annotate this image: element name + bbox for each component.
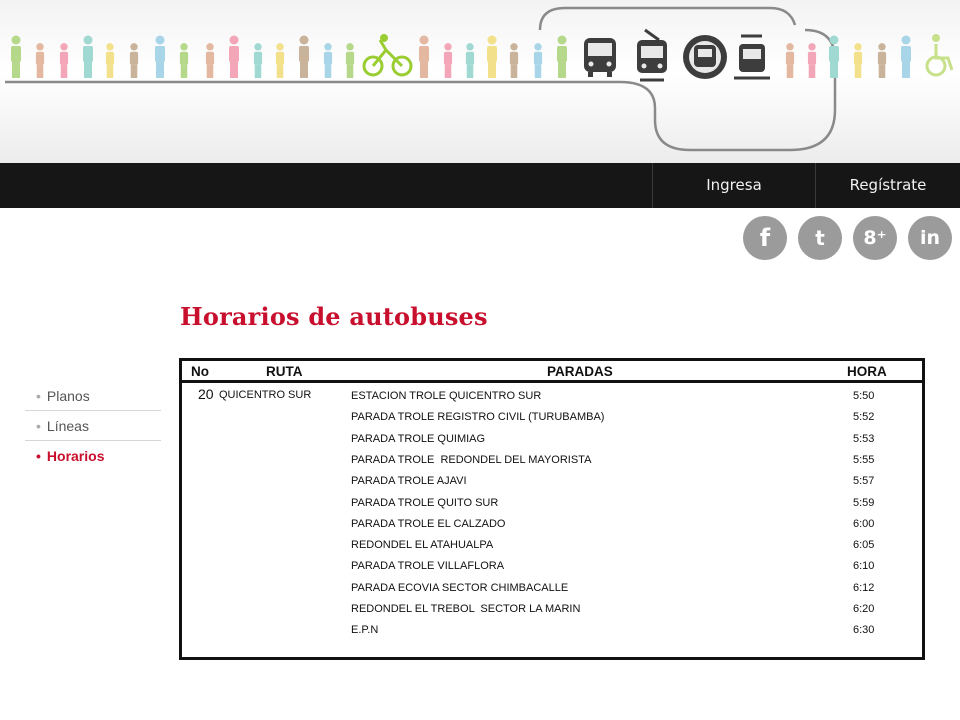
pedestrian-icon [11,35,21,78]
stop-name: PARADA TROLE QUITO SUR [351,496,499,509]
side-menu-label: Horarios [46,448,105,464]
table-row: PARADA TROLE QUIMIAG 5:53 [182,429,922,450]
pedestrian-icon [35,43,45,78]
table-row: REDONDEL EL TREBOL SECTOR LA MARIN 6:20 [182,599,922,620]
bicycle-icon [362,34,413,77]
top-nav-bar: Ingresa Regístrate [0,163,960,208]
pedestrian-icon [179,43,189,78]
stop-time: 5:50 [853,390,875,402]
bus-icon [584,38,616,77]
pedestrian-icon [901,35,911,78]
header-no: No [191,364,209,379]
transport-illustration [5,6,954,152]
stop-time: 6:10 [853,560,875,573]
stop-time: 5:55 [853,453,875,466]
twitter-icon[interactable]: t [798,216,842,260]
pedestrian-icon [275,43,285,78]
pedestrian-icon [129,43,139,78]
bullet-icon: • [36,388,41,404]
stop-name: PARADA TROLE AJAVI [351,475,467,488]
side-menu-item-lineas[interactable]: • Líneas [25,411,161,441]
pedestrian-icon [83,35,93,78]
stop-name: ESTACION TROLE QUICENTRO SUR [351,390,542,402]
side-menu-item-horarios[interactable]: • Horarios [25,441,161,471]
pedestrian-icon [465,43,475,78]
pedestrian-icon [557,35,567,78]
stop-name: REDONDEL EL TREBOL SECTOR LA MARIN [351,603,581,615]
pedestrian-icon [785,43,795,78]
pedestrian-icon [59,43,69,78]
header-stops: PARADAS [547,364,613,379]
trolley-icon [637,28,667,82]
pedestrian-icon [487,35,497,78]
pedestrian-icon [323,43,333,78]
stop-name: E.P.N [351,624,379,637]
header-time: HORA [847,364,887,379]
stop-name: PARADA ECOVIA SECTOR CHIMBACALLE [351,581,569,594]
facebook-icon[interactable]: f [743,216,787,260]
wheelchair-icon [925,34,954,77]
tram-icon [734,34,770,80]
pedestrian-icon [205,43,215,78]
stop-time: 6:05 [853,539,875,552]
stop-time: 6:30 [853,624,875,637]
side-menu: • Planos • Líneas • Horarios [25,381,161,471]
header-route: RUTA [266,364,303,379]
pedestrian-icon [853,43,863,78]
stop-name: PARADA TROLE EL CALZADO [351,517,506,530]
pedestrian-icon [299,35,309,78]
table-row: PARADA TROLE REGISTRO CIVIL (TURUBAMBA) 5… [182,407,922,428]
stop-name: PARADA TROLE REDONDEL DEL MAYORISTA [351,453,592,466]
schedule-header-row: No RUTA PARADAS HORA [182,361,922,383]
stop-name: PARADA TROLE QUIMIAG [351,432,486,445]
stop-name: REDONDEL EL ATAHUALPA [351,539,494,552]
metro-icon [683,35,727,79]
pedestrian-icon [533,43,543,78]
pedestrian-icon [419,35,429,78]
side-menu-label: Líneas [46,418,89,434]
header-banner [0,0,960,163]
bullet-icon: • [36,418,41,434]
table-row: ESTACION TROLE QUICENTRO SUR 5:50 [182,386,922,407]
stop-time: 5:57 [853,475,875,488]
pedestrian-icon [443,43,453,78]
pedestrian-icon [877,43,887,78]
table-row: E.P.N 6:30 [182,620,922,641]
table-row: REDONDEL EL ATAHUALPA 6:05 [182,535,922,556]
stop-time: 6:00 [853,517,875,530]
table-row: PARADA TROLE EL CALZADO 6:00 [182,514,922,535]
stop-time: 5:59 [853,496,875,509]
pedestrian-icon [155,35,165,78]
pedestrian-icon [229,35,239,78]
table-row: PARADA ECOVIA SECTOR CHIMBACALLE 6:12 [182,578,922,599]
bullet-icon: • [36,448,41,464]
login-link[interactable]: Ingresa [653,163,815,208]
stop-time: 6:20 [853,603,875,615]
pedestrian-icon [829,35,839,78]
table-row: PARADA TROLE VILLAFLORA 6:10 [182,556,922,577]
side-menu-item-planos[interactable]: • Planos [25,381,161,411]
pedestrian-icon [253,43,263,78]
stop-time: 5:53 [853,432,875,445]
stop-name: PARADA TROLE REGISTRO CIVIL (TURUBAMBA) [351,411,605,424]
register-link[interactable]: Regístrate [816,163,960,208]
table-row: PARADA TROLE AJAVI 5:57 [182,471,922,492]
pedestrian-icon [345,43,355,78]
pedestrian-icon [105,43,115,78]
linkedin-icon[interactable]: in [908,216,952,260]
pedestrian-icon [807,43,817,78]
google-plus-icon[interactable]: 8⁺ [853,216,897,260]
table-row: PARADA TROLE QUITO SUR 5:59 [182,493,922,514]
pedestrian-icon [509,43,519,78]
schedule-table: No RUTA PARADAS HORA 20 QUICENTRO SUR ES… [179,358,925,660]
stop-time: 6:12 [853,581,875,594]
table-row: PARADA TROLE REDONDEL DEL MAYORISTA 5:55 [182,450,922,471]
side-menu-label: Planos [46,388,90,404]
stop-time: 5:52 [853,411,875,424]
page-title: Horarios de autobuses [180,302,488,331]
stop-name: PARADA TROLE VILLAFLORA [351,560,505,573]
